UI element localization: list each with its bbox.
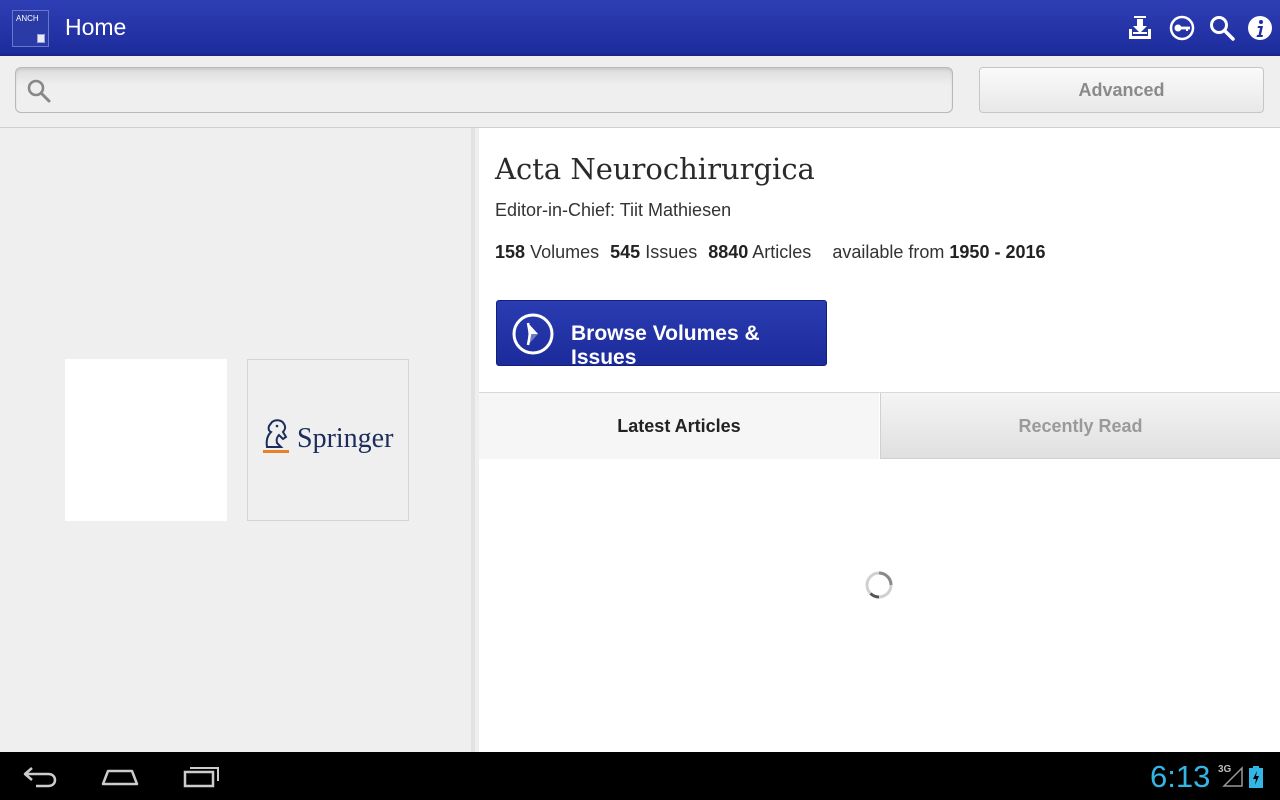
app-icon-label: ANCH [16, 14, 39, 23]
back-icon[interactable] [20, 762, 60, 790]
battery-charging-icon [1249, 766, 1263, 788]
signal-icon [1222, 766, 1243, 787]
journal-title: Acta Neurochirurgica [495, 152, 815, 186]
search-icon[interactable] [1208, 14, 1236, 42]
tab-latest-articles[interactable]: Latest Articles [479, 393, 879, 459]
issues-count: 545 [610, 242, 641, 262]
articles-count: 8840 [708, 242, 749, 262]
home-icon[interactable] [100, 762, 140, 790]
articles-label: Articles [752, 242, 812, 262]
loading-spinner-icon [865, 571, 893, 599]
article-tabs: Latest Articles Recently Read [479, 392, 1280, 459]
recent-apps-icon[interactable] [181, 762, 221, 790]
year-range: 1950 - 2016 [949, 242, 1046, 262]
advanced-search-button[interactable]: Advanced [979, 67, 1264, 113]
springer-horse-icon [263, 419, 289, 453]
available-label: available from [832, 242, 945, 262]
publisher-logo: Springer [247, 359, 409, 521]
system-nav-bar: 6:13 3G [0, 752, 1280, 800]
issues-label: Issues [645, 242, 698, 262]
search-bar: Advanced [0, 56, 1280, 128]
publisher-name: Springer [297, 423, 394, 454]
action-bar: ANCH Home [0, 0, 1280, 56]
tab-recently-read[interactable]: Recently Read [880, 393, 1280, 459]
page-title: Home [65, 14, 127, 40]
search-input[interactable] [66, 76, 936, 104]
journal-stats: 158 Volumes 545 Issues 8840 Articles ava… [495, 242, 1046, 263]
browse-volumes-label: Browse Volumes & Issues [571, 322, 760, 369]
volumes-count: 158 [495, 242, 526, 262]
status-clock: 6:13 [1150, 759, 1211, 794]
search-field[interactable] [15, 67, 953, 113]
journal-cover[interactable] [65, 359, 227, 521]
journal-detail-panel: Acta Neurochirurgica Editor-in-Chief: Ti… [479, 128, 1280, 752]
cover-panel: Springer [0, 128, 475, 752]
journal-editor: Editor-in-Chief: Tiit Mathiesen [495, 200, 732, 220]
app-icon-badge [37, 34, 45, 43]
compass-icon [512, 313, 554, 355]
download-icon[interactable] [1126, 14, 1154, 42]
info-icon[interactable] [1246, 14, 1274, 42]
key-icon[interactable] [1168, 14, 1196, 42]
search-icon [27, 79, 51, 103]
volumes-label: Volumes [530, 242, 600, 262]
app-icon[interactable]: ANCH [12, 10, 49, 47]
browse-volumes-button[interactable]: Browse Volumes & Issues [496, 300, 827, 369]
